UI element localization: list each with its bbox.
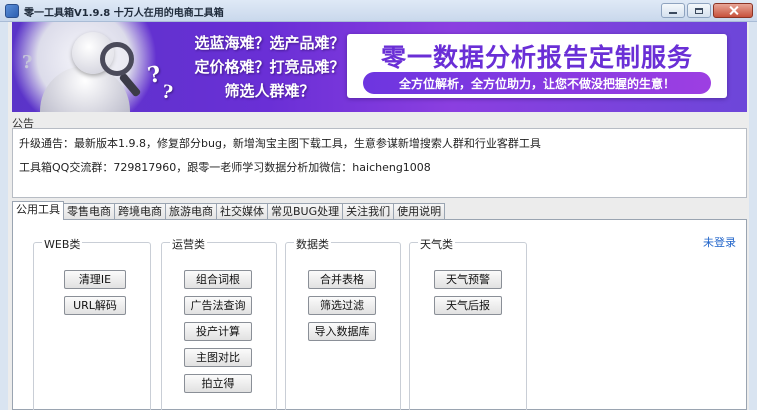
weather-history-button[interactable]: 天气后报 xyxy=(434,296,502,315)
banner-question-1: 选蓝海难？选产品难？ xyxy=(194,34,345,52)
group-title: 天气类 xyxy=(418,236,455,252)
tab-social-media[interactable]: 社交媒体 xyxy=(216,203,268,220)
question-mark-icon: ? xyxy=(160,81,175,104)
banner-subline: 全方位解析，全方位助力，让您不做没把握的生意！ xyxy=(398,77,675,91)
filter-button[interactable]: 筛选过滤 xyxy=(308,296,376,315)
magnifier-icon xyxy=(100,42,134,76)
polaroid-button[interactable]: 拍立得 xyxy=(184,374,252,393)
login-status-link[interactable]: 未登录 xyxy=(703,234,736,250)
group-data: 数据类 合并表格 筛选过滤 导入数据库 xyxy=(285,236,401,410)
ad-law-lookup-button[interactable]: 广告法查询 xyxy=(184,296,252,315)
tab-travel-ecommerce[interactable]: 旅游电商 xyxy=(165,203,217,220)
tab-retail-ecommerce[interactable]: 零售电商 xyxy=(63,203,115,220)
banner-question-3: 筛选人群难？ xyxy=(224,82,315,100)
url-decode-button[interactable]: URL解码 xyxy=(64,296,126,315)
banner-question-2: 定价格难？打竞品难？ xyxy=(194,58,345,76)
group-title: WEB类 xyxy=(42,236,83,252)
question-mark-icon: ? xyxy=(22,52,33,73)
close-button[interactable] xyxy=(713,3,753,18)
notice-text-box[interactable]: 升级通告：最新版本1.9.8，修复部分bug，新增淘宝主图下载工具，生意参谋新增… xyxy=(12,128,747,198)
maximize-icon xyxy=(695,7,703,14)
notice-line-contact: 工具箱QQ交流群：729817960，跟零一老师学习数据分析加微信：haiche… xyxy=(19,161,431,174)
window-title: 零一工具箱V1.9.8 十万人在用的电商工具箱 xyxy=(24,8,224,19)
clear-ie-button[interactable]: 清理IE xyxy=(64,270,126,289)
maximize-button[interactable] xyxy=(687,3,711,18)
merge-tables-button[interactable]: 合并表格 xyxy=(308,270,376,289)
tab-panel-public-tools: 未登录 WEB类 清理IE URL解码 运营类 组合词根 广告法查询 投产计算 … xyxy=(12,219,747,410)
toolbox-icon xyxy=(5,4,19,18)
weather-warning-button[interactable]: 天气预警 xyxy=(434,270,502,289)
tab-cross-border-ecommerce[interactable]: 跨境电商 xyxy=(114,203,166,220)
banner-headline: 零一数据分析报告定制服务 xyxy=(380,43,693,72)
close-icon xyxy=(729,6,738,15)
minimize-button[interactable] xyxy=(661,3,685,18)
window-controls xyxy=(661,3,753,18)
window-client-area: ? ? ? 选蓝海难？选产品难？ 定价格难？打竞品难？ 筛选人群难？ 零一数据分… xyxy=(8,22,749,410)
group-operations: 运营类 组合词根 广告法查询 投产计算 主图对比 拍立得 xyxy=(161,236,277,410)
group-title: 数据类 xyxy=(294,236,331,252)
minimize-icon xyxy=(669,8,677,14)
tab-instructions[interactable]: 使用说明 xyxy=(393,203,446,220)
notice-line-upgrade: 升级通告：最新版本1.9.8，修复部分bug，新增淘宝主图下载工具，生意参谋新增… xyxy=(19,137,541,150)
tab-bar: 公用工具 零售电商 跨境电商 旅游电商 社交媒体 常见BUG处理 关注我们 使用… xyxy=(12,201,446,220)
tab-follow-us[interactable]: 关注我们 xyxy=(342,203,395,220)
roi-calculator-button[interactable]: 投产计算 xyxy=(184,322,252,341)
ad-banner[interactable]: ? ? ? 选蓝海难？选产品难？ 定价格难？打竞品难？ 筛选人群难？ 零一数据分… xyxy=(12,22,747,112)
banner-headline-box: 零一数据分析报告定制服务 全方位解析，全方位助力，让您不做没把握的生意！ xyxy=(347,34,727,98)
tab-common-bugs[interactable]: 常见BUG处理 xyxy=(267,203,344,220)
main-image-compare-button[interactable]: 主图对比 xyxy=(184,348,252,367)
group-weather: 天气类 天气预警 天气后报 xyxy=(409,236,527,410)
import-database-button[interactable]: 导入数据库 xyxy=(308,322,376,341)
tab-public-tools[interactable]: 公用工具 xyxy=(12,201,64,220)
title-bar: 零一工具箱V1.9.8 十万人在用的电商工具箱 xyxy=(0,0,757,22)
combine-roots-button[interactable]: 组合词根 xyxy=(184,270,252,289)
group-title: 运营类 xyxy=(170,236,207,252)
banner-subline-bar: 全方位解析，全方位助力，让您不做没把握的生意！ xyxy=(363,72,711,94)
group-web: WEB类 清理IE URL解码 xyxy=(33,236,151,410)
